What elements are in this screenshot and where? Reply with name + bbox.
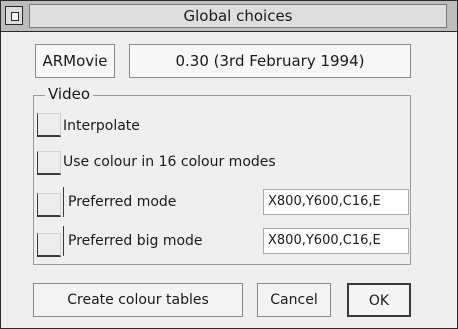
preferred-mode-field[interactable]: X800,Y600,C16,E (263, 189, 409, 215)
preferred-mode-option-button[interactable] (37, 193, 61, 217)
ok-button[interactable]: OK (347, 283, 411, 317)
window-title: Global choices (29, 4, 447, 28)
global-choices-window: Global choices ARMovie 0.30 (3rd Februar… (0, 0, 458, 329)
interpolate-label[interactable]: Interpolate (63, 117, 140, 135)
create-colour-tables-button[interactable]: Create colour tables (33, 283, 243, 317)
version-display: 0.30 (3rd February 1994) (129, 44, 411, 78)
close-icon[interactable] (5, 6, 23, 25)
preferred-mode-label: Preferred mode (63, 187, 253, 217)
cancel-button[interactable]: Cancel (257, 283, 331, 317)
title-bar[interactable]: Global choices (1, 1, 457, 32)
preferred-big-mode-label: Preferred big mode (63, 226, 253, 256)
video-group-legend: Video (45, 85, 94, 103)
preferred-big-mode-field[interactable]: X800,Y600,C16,E (263, 228, 409, 254)
interpolate-option-button[interactable] (37, 113, 61, 137)
preferred-big-mode-option-button[interactable] (37, 233, 61, 257)
use-colour-option-button[interactable] (37, 151, 61, 175)
armovie-label: ARMovie (35, 44, 115, 78)
use-colour-label[interactable]: Use colour in 16 colour modes (63, 153, 276, 171)
